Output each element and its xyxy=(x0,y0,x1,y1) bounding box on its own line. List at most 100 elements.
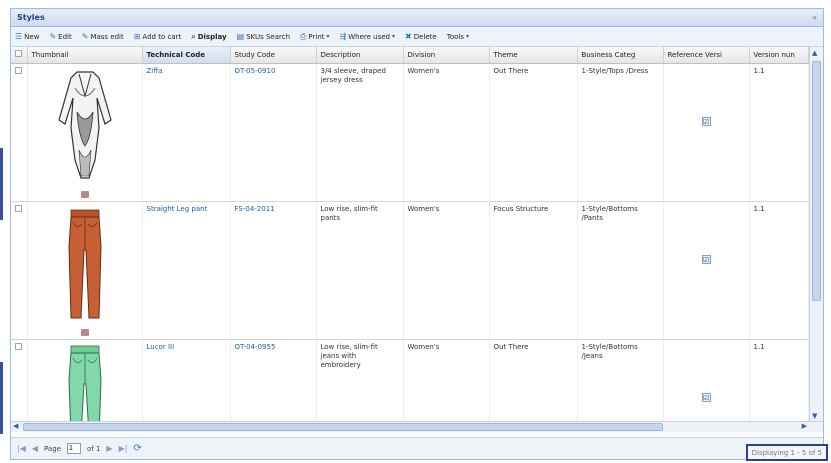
reference-version-checkbox[interactable]: ☑ xyxy=(701,254,711,264)
row-checkbox[interactable] xyxy=(15,66,22,74)
row-select-cell[interactable] xyxy=(11,339,28,432)
toolbar-button-1[interactable]: ✎ Edit xyxy=(49,32,71,41)
column-header[interactable]: Description xyxy=(316,47,404,64)
horizontal-scroll-thumb[interactable] xyxy=(23,423,663,431)
toolbar-label: Edit xyxy=(58,32,72,41)
select-all-header[interactable] xyxy=(11,47,28,64)
toolbar-label: Add to cart xyxy=(142,32,182,41)
thumbnail-orange-pants-icon[interactable] xyxy=(55,209,115,326)
study-code-cell[interactable]: OT-04-0955 xyxy=(230,339,317,432)
description-cell: Low rise, slim-fit pants xyxy=(316,201,404,340)
toolbar-button-8[interactable]: ✖ Delete xyxy=(405,32,437,41)
attachment-icon[interactable] xyxy=(80,190,89,198)
toolbar-icon: ✎ xyxy=(49,32,57,41)
table-row[interactable]: Ziffa OT-05-0910 3/4 sleeve, draped jersey… xyxy=(11,63,809,202)
table-row[interactable]: Straight Leg pant FS-04-2011 Low rise, sli… xyxy=(11,201,809,340)
description-cell: 3/4 sleeve, draped jersey dress xyxy=(316,63,404,202)
technical-code-cell[interactable]: Ziffa xyxy=(142,63,231,202)
reference-version-cell: ☑ xyxy=(663,201,750,340)
prev-page-icon[interactable]: ◀ xyxy=(32,444,38,453)
column-header[interactable]: Thumbnail xyxy=(27,47,143,64)
column-header[interactable]: Study Code xyxy=(230,47,317,64)
column-header[interactable]: Version nun xyxy=(749,47,809,64)
thumbnail-dress-icon[interactable] xyxy=(55,70,115,188)
grid-toolbar: ☰ New ✎ Edit ✎ Mass edit ⊞ Add to cart ⌕ Display ▤… xyxy=(11,27,823,47)
collapse-icon[interactable]: « xyxy=(812,13,817,22)
toolbar-label: Display xyxy=(197,32,227,41)
reference-version-checkbox[interactable]: ☑ xyxy=(701,392,711,402)
column-header[interactable]: Technical Code xyxy=(142,47,231,64)
row-checkbox[interactable] xyxy=(15,204,22,212)
row-select-cell[interactable] xyxy=(11,201,28,340)
left-accent-bottom xyxy=(0,362,3,434)
toolbar-label: Where used xyxy=(348,32,391,41)
display-info: Displaying 1 - 5 of 5 xyxy=(745,444,828,461)
division-cell: Women's xyxy=(403,63,490,202)
toolbar-label: Delete xyxy=(413,32,437,41)
grid: Thumbnail Technical Code Study Code Descrip… xyxy=(11,47,823,432)
refresh-icon[interactable]: ⟳ xyxy=(133,443,141,454)
toolbar-button-9[interactable]: Tools ▾ xyxy=(447,33,469,41)
thumbnail-cell[interactable] xyxy=(27,63,143,202)
last-page-icon[interactable]: ▶| xyxy=(119,444,128,453)
styles-panel: Styles « ☰ New ✎ Edit ✎ Mass edit ⊞ Add to cart… xyxy=(10,8,824,460)
vertical-scrollbar[interactable]: ▲ ▼ xyxy=(809,47,823,432)
version-number-cell: 1.1 xyxy=(749,63,809,202)
toolbar-label: Mass edit xyxy=(90,32,124,41)
toolbar-button-7[interactable]: ⇶ Where used ▾ xyxy=(340,32,395,41)
toolbar-button-4[interactable]: ⌕ Display xyxy=(191,32,226,42)
next-page-icon[interactable]: ▶ xyxy=(106,444,112,453)
left-accent-top xyxy=(0,148,3,220)
toolbar-button-6[interactable]: ⎙ Print ▾ xyxy=(300,32,330,42)
theme-cell: Out There xyxy=(489,63,578,202)
reference-version-checkbox[interactable]: ☑ xyxy=(701,116,711,126)
toolbar-button-5[interactable]: ▤ SKUs Search xyxy=(237,32,290,41)
toolbar-label: Tools xyxy=(446,32,464,41)
toolbar-icon: ✎ xyxy=(81,32,89,41)
study-code-cell[interactable]: FS-04-2011 xyxy=(230,201,317,340)
toolbar-button-2[interactable]: ✎ Mass edit xyxy=(82,32,124,41)
page-count-label: of 1 xyxy=(86,444,101,453)
dropdown-caret-icon: ▾ xyxy=(326,33,330,40)
row-select-cell[interactable] xyxy=(11,63,28,202)
description-cell: Low rise, slim-fit jeans with embroidery xyxy=(316,339,404,432)
business-category-cell: 1-Style/Bottoms /Pants xyxy=(577,201,664,340)
horizontal-scrollbar[interactable]: ◀ ▶ xyxy=(11,421,823,432)
pager-bar: |◀ ◀ Page of 1 ▶ ▶| ⟳ xyxy=(11,437,823,459)
scroll-right-icon[interactable]: ▶ xyxy=(802,422,807,430)
scroll-down-icon[interactable]: ▼ xyxy=(812,412,817,420)
study-code-cell[interactable]: OT-05-0910 xyxy=(230,63,317,202)
attachment-icon[interactable] xyxy=(80,328,89,336)
toolbar-icon: ☰ xyxy=(15,32,23,41)
thumbnail-cell[interactable] xyxy=(27,339,143,432)
page-input[interactable] xyxy=(66,443,81,454)
column-header[interactable]: Business Categ xyxy=(577,47,664,64)
table-row[interactable]: Lucor III OT-04-0955 Low rise, slim-fit je… xyxy=(11,339,809,432)
scroll-left-icon[interactable]: ◀ xyxy=(13,422,18,430)
toolbar-button-3[interactable]: ⊞ Add to cart xyxy=(134,32,182,41)
panel-title: Styles xyxy=(17,13,45,22)
styles-table: Thumbnail Technical Code Study Code Descrip… xyxy=(11,47,809,432)
business-category-cell: 1-Style/Bottoms /Jeans xyxy=(577,339,664,432)
technical-code-cell[interactable]: Lucor III xyxy=(142,339,231,432)
toolbar-label: SKUs Search xyxy=(246,32,291,41)
version-number-cell: 1.1 xyxy=(749,339,809,432)
scroll-up-icon[interactable]: ▲ xyxy=(812,49,817,57)
column-header[interactable]: Theme xyxy=(489,47,578,64)
column-header[interactable]: Reference Versi xyxy=(663,47,750,64)
division-cell: Women's xyxy=(403,339,490,432)
toolbar-icon: ✖ xyxy=(405,32,412,41)
thumbnail-cell[interactable] xyxy=(27,201,143,340)
toolbar-icon: ▤ xyxy=(236,32,245,41)
technical-code-cell[interactable]: Straight Leg pant xyxy=(142,201,231,340)
column-header[interactable]: Division xyxy=(403,47,490,64)
toolbar-label: New xyxy=(24,32,40,41)
vertical-scroll-thumb[interactable] xyxy=(812,61,821,301)
toolbar-label: Print xyxy=(308,32,325,41)
version-number-cell: 1.1 xyxy=(749,201,809,340)
toolbar-button-0[interactable]: ☰ New xyxy=(15,32,39,41)
header-row: Thumbnail Technical Code Study Code Descrip… xyxy=(11,47,809,64)
select-all-checkbox[interactable] xyxy=(15,50,22,58)
first-page-icon[interactable]: |◀ xyxy=(17,444,26,453)
row-checkbox[interactable] xyxy=(15,342,22,350)
